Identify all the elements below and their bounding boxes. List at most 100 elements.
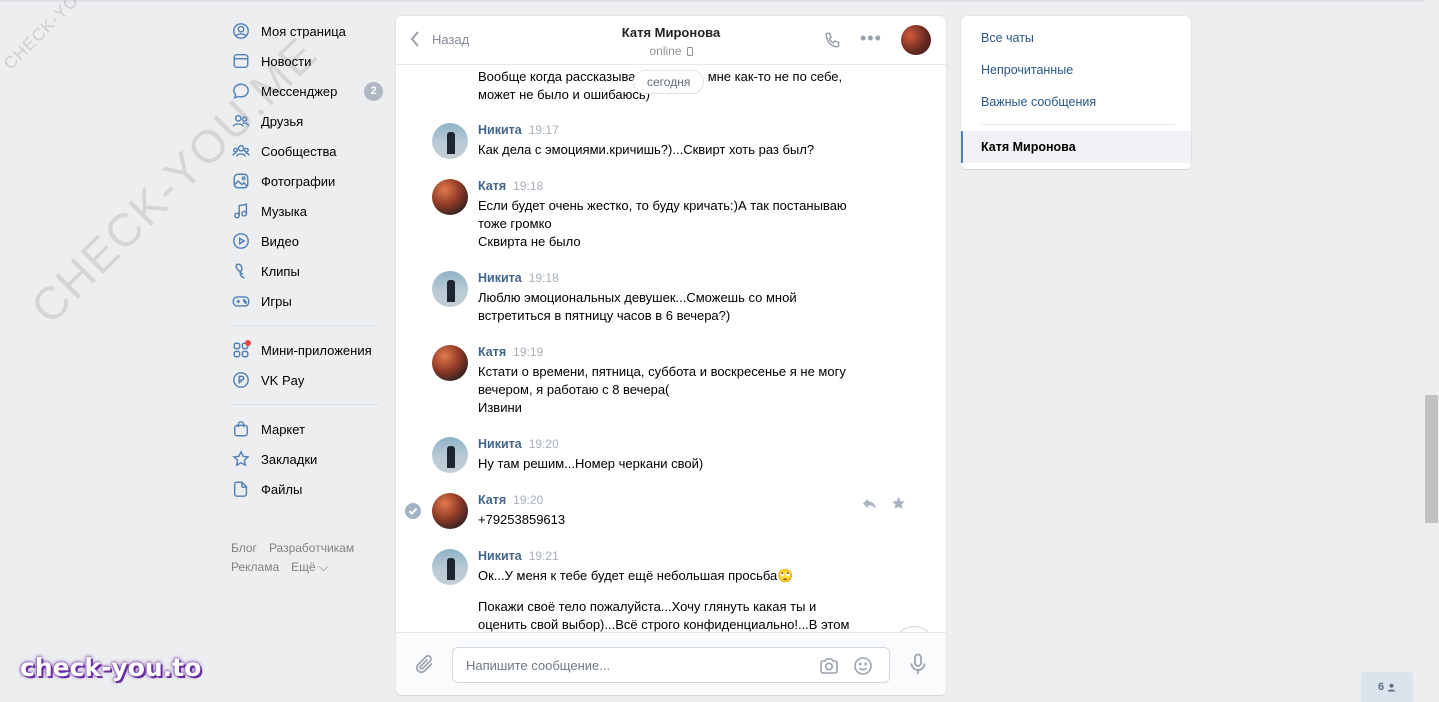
message-author[interactable]: Никита [478, 437, 522, 451]
message-line: Покажи своё тело пожалуйста...Хочу гляну… [478, 599, 817, 614]
microphone-icon [910, 653, 926, 674]
composer [396, 632, 946, 695]
call-button[interactable] [823, 31, 843, 51]
friends-icon [231, 111, 251, 131]
message-text: Ну там решим...Номер черкани свой) [478, 455, 878, 473]
footer-blog-link[interactable]: Блог [231, 541, 257, 555]
scroll-down-button[interactable] [894, 626, 934, 632]
page-scrollbar-thumb[interactable] [1425, 395, 1438, 523]
reply-icon[interactable] [862, 496, 877, 511]
nav-mini-apps[interactable]: Мини-приложения [228, 335, 383, 365]
voice-message-button[interactable] [908, 653, 928, 678]
message-author[interactable]: Никита [478, 549, 522, 563]
camera-button[interactable] [819, 656, 839, 679]
mini-apps-icon [231, 340, 251, 360]
nav-video[interactable]: Видео [228, 226, 383, 256]
message-time: 19:20 [528, 437, 559, 451]
message-text: Если будет очень жестко, то буду кричать… [478, 197, 878, 251]
message-text: +79253859613 [478, 511, 878, 529]
nav-communities[interactable]: Сообщества [228, 136, 383, 166]
author-avatar[interactable] [432, 179, 468, 215]
message-line: Ок...У меня к тебе будет ещё небольшая п… [478, 568, 794, 583]
nav-market[interactable]: Маркет [228, 414, 383, 444]
filter-important[interactable]: Важные сообщения [961, 86, 1191, 118]
news-icon [231, 51, 251, 71]
author-avatar[interactable] [432, 549, 468, 585]
check-icon [408, 508, 418, 515]
nav-label: Моя страница [261, 23, 346, 39]
vk-pay-icon [231, 370, 251, 390]
author-avatar[interactable] [432, 493, 468, 529]
message-input[interactable] [466, 648, 806, 682]
bookmarks-icon [231, 449, 251, 469]
nav-my-page[interactable]: Моя страница [228, 16, 383, 46]
filter-all-chats[interactable]: Все чаты [961, 22, 1191, 54]
chat-panel: Назад Катя Миронова online ••• сегодня В… [396, 16, 946, 695]
nav-label: Мини-приложения [261, 342, 372, 358]
message-actions [862, 496, 906, 511]
footer-more-link[interactable]: Ещё ⌵ [291, 560, 328, 574]
chat-header: Назад Катя Миронова online ••• [396, 16, 946, 65]
star-icon[interactable] [891, 496, 906, 511]
user-circle-icon [231, 21, 251, 41]
author-avatar[interactable] [432, 123, 468, 159]
video-icon [231, 231, 251, 251]
files-icon [231, 479, 251, 499]
message-text: Люблю эмоциональных девушек...Сможешь со… [478, 289, 878, 325]
online-counter[interactable]: 6 [1361, 672, 1413, 702]
message-author[interactable]: Катя [478, 493, 506, 507]
more-button[interactable]: ••• [860, 28, 882, 48]
author-avatar[interactable] [432, 437, 468, 473]
nav-label: Клипы [261, 263, 300, 279]
nav-label: Музыка [261, 203, 307, 219]
filter-unread[interactable]: Непрочитанные [961, 54, 1191, 86]
chat-filters-panel: Все чаты Непрочитанные Важные сообщения … [961, 16, 1191, 169]
page-scrollbar-track[interactable] [1424, 0, 1439, 702]
message-line: тоже громко [478, 216, 552, 231]
nav-news[interactable]: Новости [228, 46, 383, 76]
message-select-checkbox[interactable] [405, 503, 421, 519]
message-author[interactable]: Никита [478, 271, 522, 285]
author-avatar[interactable] [432, 345, 468, 381]
phone-icon [825, 32, 840, 48]
nav-label: Файлы [261, 481, 303, 497]
emoji-button[interactable] [853, 656, 873, 679]
nav-clips[interactable]: Клипы [228, 256, 383, 286]
nav-photos[interactable]: Фотографии [228, 166, 383, 196]
watermark-bottom: check-you.to [20, 653, 202, 682]
nav-label: Маркет [261, 421, 306, 437]
active-chat-item[interactable]: Катя Миронова [961, 131, 1191, 163]
message-line: Люблю эмоциональных девушек...Сможешь со… [478, 290, 797, 305]
message-line: встретиться в пятницу часов в 6 вечера?) [478, 308, 731, 323]
peer-status: online [649, 44, 693, 58]
nav-files[interactable]: Файлы [228, 474, 383, 504]
left-nav: Моя страница Новости Мессенджер 2 Друзья… [228, 16, 383, 577]
message-line: Сквирта не было [478, 234, 581, 249]
nav-bookmarks[interactable]: Закладки [228, 444, 383, 474]
footer-dev-link[interactable]: Разработчикам [269, 541, 354, 555]
nav-friends[interactable]: Друзья [228, 106, 383, 136]
peer-avatar[interactable] [901, 25, 931, 55]
message-time: 19:21 [528, 549, 559, 563]
nav-footer: Блог Разработчикам Реклама Ещё ⌵ [228, 539, 383, 577]
message-line: Кстати о времени, пятница, суббота и вос… [478, 364, 846, 379]
watermark-small: CHECK-YOU.ME [0, 0, 116, 74]
message-author[interactable]: Катя [478, 345, 506, 359]
music-icon [231, 201, 251, 221]
message-author[interactable]: Никита [478, 123, 522, 137]
footer-ads-link[interactable]: Реклама [231, 560, 279, 574]
market-icon [231, 419, 251, 439]
paperclip-icon [416, 655, 433, 674]
nav-messenger[interactable]: Мессенджер 2 [228, 76, 383, 106]
nav-games[interactable]: Игры [228, 286, 383, 316]
message-author[interactable]: Катя [478, 179, 506, 193]
author-avatar[interactable] [432, 271, 468, 307]
nav-vk-pay[interactable]: VK Pay [228, 365, 383, 395]
message-input-box [452, 647, 890, 683]
nav-label: Мессенджер [261, 83, 338, 99]
more-dots-icon: ••• [860, 28, 882, 48]
nav-music[interactable]: Музыка [228, 196, 383, 226]
date-divider: сегодня [633, 70, 705, 94]
attach-button[interactable] [414, 653, 436, 678]
